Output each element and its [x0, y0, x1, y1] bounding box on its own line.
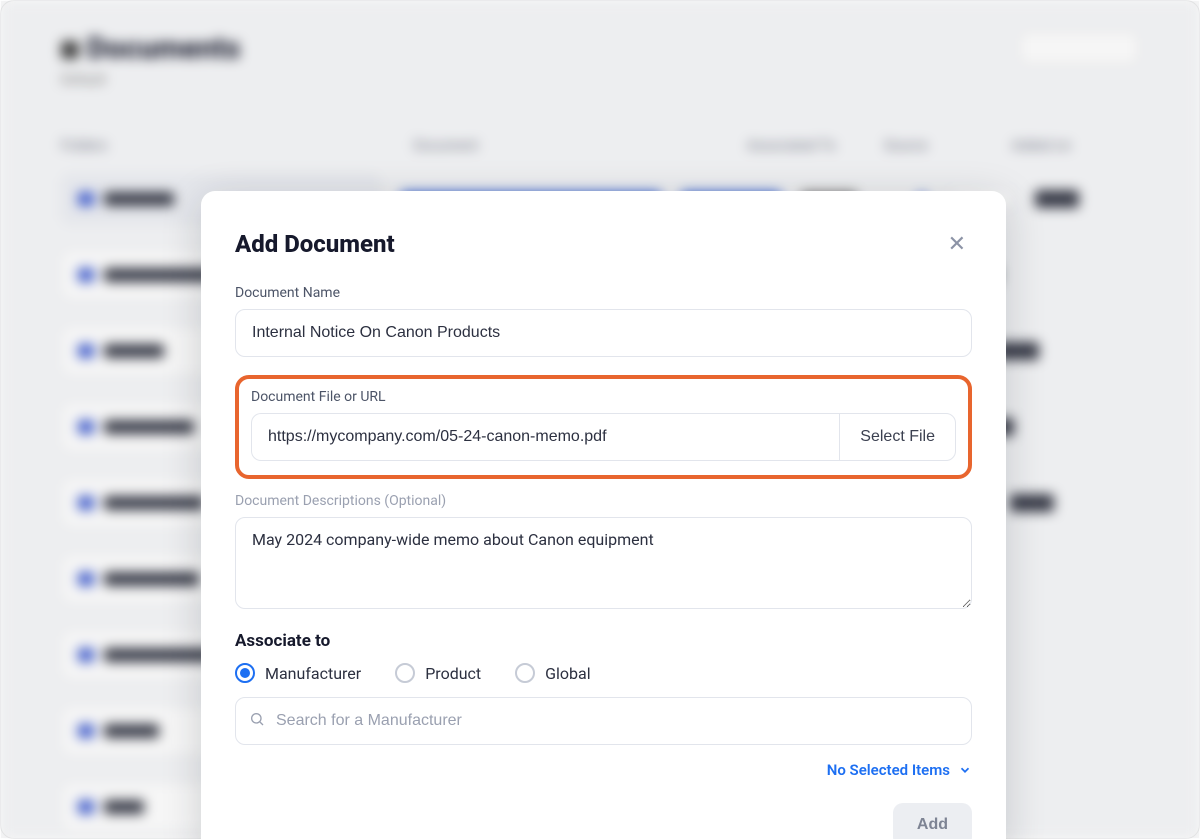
- document-name-label: Document Name: [235, 285, 972, 301]
- document-description-input[interactable]: [235, 517, 972, 609]
- no-selected-items-label: No Selected Items: [827, 761, 950, 779]
- radio-manufacturer[interactable]: Manufacturer: [235, 663, 361, 683]
- associate-title: Associate to: [235, 631, 972, 651]
- chevron-down-icon: [958, 763, 972, 777]
- document-file-input[interactable]: [251, 413, 839, 461]
- select-file-button[interactable]: Select File: [839, 413, 956, 461]
- radio-global[interactable]: Global: [515, 663, 591, 683]
- associate-search-input[interactable]: [235, 697, 972, 745]
- close-icon: ✕: [948, 231, 966, 256]
- document-description-field: Document Descriptions (Optional): [235, 493, 972, 613]
- radio-product-label: Product: [425, 664, 481, 683]
- associate-search-wrap: [235, 697, 972, 745]
- radio-icon: [515, 663, 535, 683]
- search-icon: [249, 711, 265, 731]
- radio-manufacturer-label: Manufacturer: [265, 664, 361, 683]
- close-button[interactable]: ✕: [942, 227, 972, 261]
- radio-global-label: Global: [545, 664, 591, 683]
- document-file-label: Document File or URL: [251, 389, 956, 405]
- radio-product[interactable]: Product: [395, 663, 481, 683]
- document-name-input[interactable]: [235, 309, 972, 357]
- radio-icon: [395, 663, 415, 683]
- document-description-label: Document Descriptions (Optional): [235, 493, 972, 509]
- document-name-field: Document Name: [235, 285, 972, 357]
- modal-title: Add Document: [235, 230, 395, 258]
- radio-icon: [235, 663, 255, 683]
- add-document-modal: Add Document ✕ Document Name Document Fi…: [201, 191, 1006, 839]
- document-file-highlight: Document File or URL Select File: [235, 375, 972, 479]
- add-button[interactable]: Add: [893, 803, 972, 839]
- no-selected-items-toggle[interactable]: No Selected Items: [235, 761, 972, 779]
- associate-radio-group: Manufacturer Product Global: [235, 663, 972, 683]
